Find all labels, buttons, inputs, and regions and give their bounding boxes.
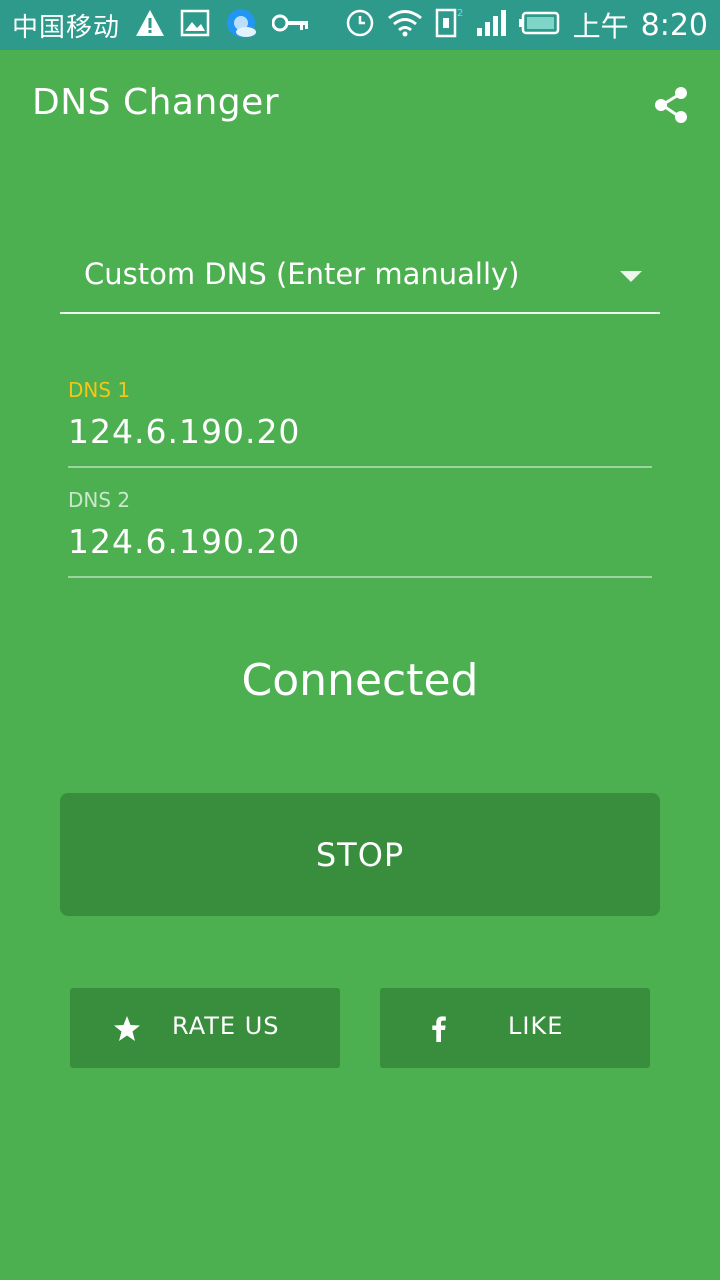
carrier-name: 中国移动 bbox=[12, 12, 121, 43]
image-icon bbox=[180, 9, 210, 41]
dropdown-arrow-icon bbox=[620, 271, 642, 282]
like-label: LIKE bbox=[508, 1012, 564, 1040]
dns2-label: DNS 2 bbox=[68, 488, 131, 512]
connection-status: Connected bbox=[241, 655, 479, 706]
dns2-field[interactable]: DNS 2 124.6.190.20 bbox=[68, 488, 652, 578]
warning-icon bbox=[134, 8, 166, 42]
rate-us-label: RATE US bbox=[172, 1012, 280, 1040]
dns1-field[interactable]: DNS 1 124.6.190.20 bbox=[68, 378, 652, 468]
signal-icon bbox=[475, 8, 507, 42]
key-icon bbox=[271, 13, 310, 37]
star-icon bbox=[114, 1016, 140, 1041]
sim-icon: 2G bbox=[435, 6, 471, 44]
network-type: 2G bbox=[457, 8, 463, 19]
dns-provider-dropdown[interactable]: Custom DNS (Enter manually) bbox=[60, 240, 660, 314]
share-icon bbox=[655, 87, 687, 123]
dns2-input[interactable]: 124.6.190.20 bbox=[68, 522, 300, 561]
share-button[interactable] bbox=[650, 84, 694, 128]
like-button[interactable]: LIKE bbox=[380, 988, 650, 1068]
app-title: DNS Changer bbox=[32, 82, 280, 123]
am-pm-indicator: 上午 bbox=[572, 10, 629, 43]
clock: 8:20 bbox=[640, 7, 708, 43]
wifi-icon bbox=[387, 9, 423, 41]
stop-button[interactable]: STOP bbox=[60, 793, 660, 916]
stop-button-label: STOP bbox=[315, 835, 405, 874]
alarm-icon bbox=[345, 8, 375, 42]
browser-icon bbox=[224, 6, 258, 44]
app-bar: DNS Changer bbox=[0, 50, 720, 160]
dns1-input[interactable]: 124.6.190.20 bbox=[68, 412, 300, 451]
battery-icon bbox=[518, 10, 561, 40]
dns1-label: DNS 1 bbox=[68, 378, 131, 402]
facebook-icon bbox=[432, 1016, 446, 1042]
rate-us-button[interactable]: RATE US bbox=[70, 988, 340, 1068]
status-bar: 中国移动 2G 上午 8:20 bbox=[0, 0, 720, 50]
dns-provider-selected: Custom DNS (Enter manually) bbox=[84, 257, 520, 291]
